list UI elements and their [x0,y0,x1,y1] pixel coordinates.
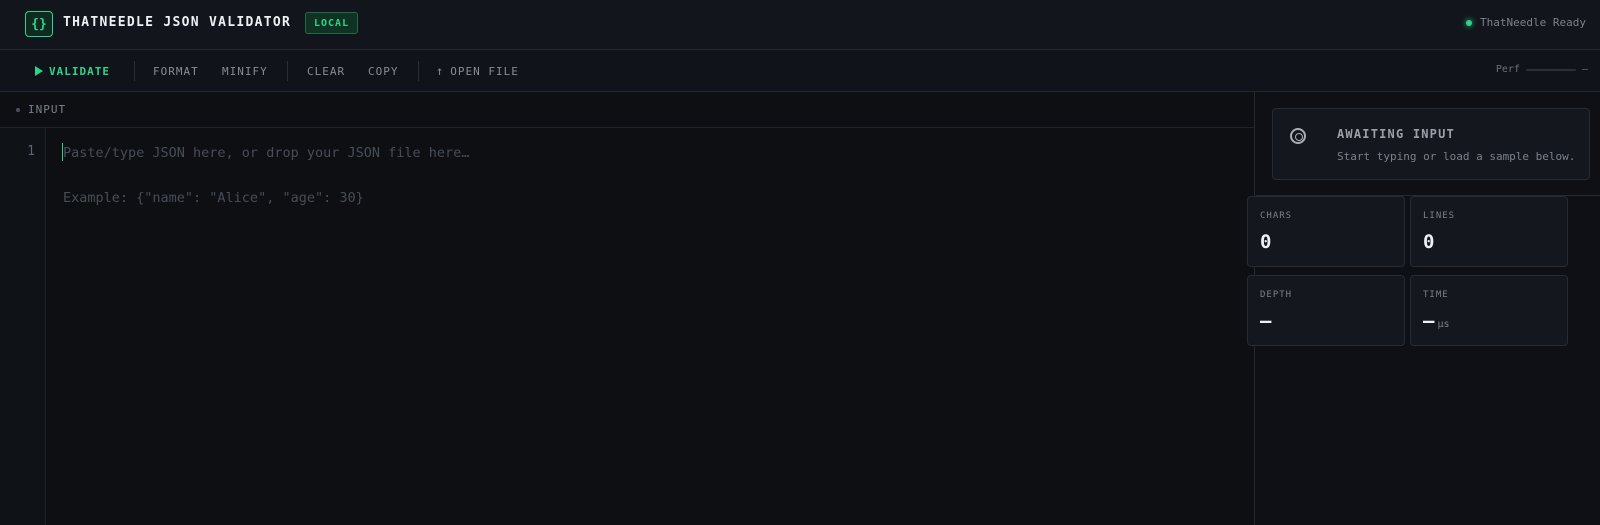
perf-meter: Perf — [1496,64,1588,75]
stat-time: TIME — µs [1410,275,1568,346]
app-title: THATNEEDLE JSON VALIDATOR [63,15,292,30]
stat-label: LINES [1423,211,1456,221]
stat-chars: CHARS 0 [1247,196,1405,267]
perf-label: Perf [1495,64,1520,75]
perf-value: — [1581,64,1588,75]
perf-bar [1525,68,1576,71]
app-header: {} THATNEEDLE JSON VALIDATOR LOCAL ThatN… [0,0,1600,50]
stat-time-value: — [1423,310,1435,332]
section-dot-icon [16,107,20,112]
status-text: ThatNeedle Ready [1480,16,1586,29]
toolbar-divider [418,61,419,81]
status-dot-icon [1466,19,1473,26]
stat-value: — [1260,310,1272,332]
status-title: AWAITING INPUT [1337,127,1455,141]
status-card: AWAITING INPUT Start typing or load a sa… [1272,108,1590,180]
play-icon [35,66,43,76]
open-file-button[interactable]: ↑ OPEN FILE [436,50,519,92]
json-input[interactable]: Paste/type JSON here, or drop your JSON … [63,145,469,161]
status-subtitle: Start typing or load a sample below. [1337,150,1576,163]
local-badge: LOCAL [305,12,359,34]
toolbar-divider [134,61,135,81]
stat-label: DEPTH [1260,290,1293,300]
stat-label: CHARS [1260,211,1293,221]
stat-value: — µs [1423,310,1450,332]
validate-button[interactable]: VALIDATE [35,50,110,92]
copy-button[interactable]: COPY [368,50,399,92]
stat-value: 0 [1260,231,1272,253]
arrow-up-icon: ↑ [436,64,445,78]
validate-label: VALIDATE [49,64,110,78]
braces-icon: {} [25,11,53,37]
clear-button[interactable]: CLEAR [307,50,345,92]
toolbar-divider [287,61,288,81]
target-icon [1290,128,1306,144]
stat-depth: DEPTH — [1247,275,1405,346]
status-indicator: ThatNeedle Ready [1466,16,1586,29]
editor-header: INPUT [0,92,1255,128]
example-hint: Example: {"name": "Alice", "age": 30} [63,190,364,206]
toolbar: VALIDATE FORMAT MINIFY CLEAR COPY ↑ OPEN… [0,50,1600,92]
minify-button[interactable]: MINIFY [222,50,268,92]
stat-value: 0 [1423,231,1435,253]
stat-unit: µs [1437,319,1450,330]
format-button[interactable]: FORMAT [153,50,199,92]
stat-label: TIME [1423,290,1449,300]
input-section-label: INPUT [28,103,67,116]
stat-lines: LINES 0 [1410,196,1568,267]
side-panel: AWAITING INPUT Start typing or load a sa… [1247,92,1600,525]
line-number: 1 [27,144,35,159]
open-file-label: OPEN FILE [450,64,519,78]
line-gutter: 1 [0,128,46,525]
